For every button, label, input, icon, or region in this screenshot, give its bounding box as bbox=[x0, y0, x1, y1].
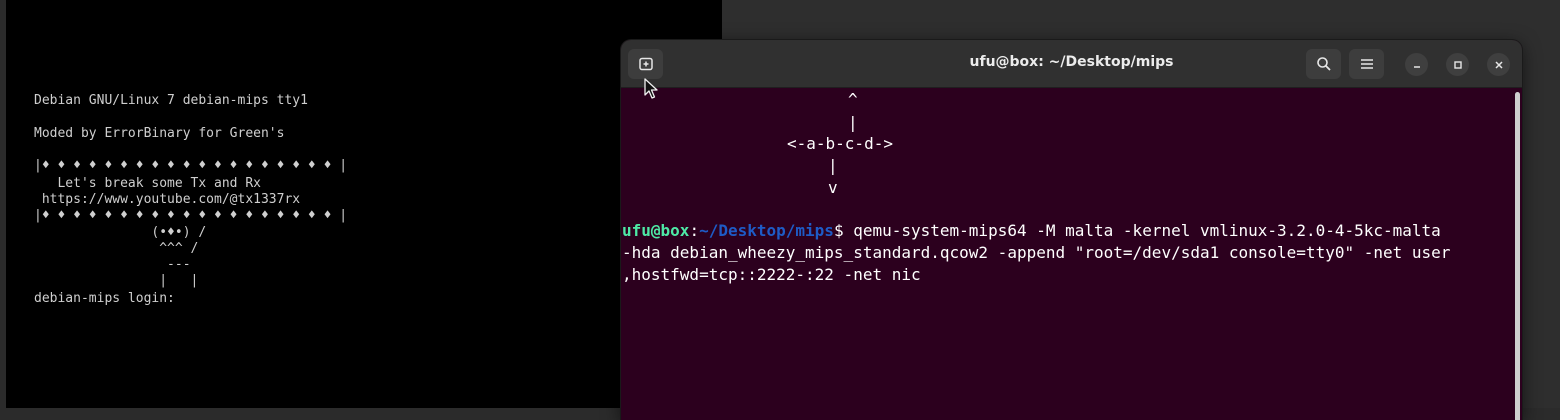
close-icon bbox=[1494, 60, 1503, 69]
login-prompt[interactable]: debian-mips login: bbox=[34, 291, 175, 306]
console-line: (•♦•) / bbox=[34, 225, 207, 240]
command-continuation: -hda debian_wheezy_mips_standard.qcow2 -… bbox=[622, 243, 1451, 262]
qemu-console-window[interactable]: Debian GNU/Linux 7 debian-mips tty1 Mode… bbox=[6, 0, 722, 408]
command-continuation: ,hostfwd=tcp::2222-:22 -net nic bbox=[622, 265, 921, 284]
console-line: Debian GNU/Linux 7 debian-mips tty1 bbox=[34, 93, 308, 108]
console-line: |♦ ♦ ♦ ♦ ♦ ♦ ♦ ♦ ♦ ♦ ♦ ♦ ♦ ♦ ♦ ♦ ♦ ♦ ♦ | bbox=[34, 208, 348, 223]
search-icon bbox=[1316, 57, 1331, 71]
menu-button[interactable] bbox=[1349, 49, 1384, 79]
console-line: | | bbox=[34, 273, 199, 288]
console-line: Moded by ErrorBinary for Green's bbox=[34, 126, 285, 141]
prompt-path: ~/Desktop/mips bbox=[699, 221, 834, 240]
terminal-titlebar[interactable]: ufu@box: ~/Desktop/mips bbox=[621, 40, 1522, 88]
window-title: ufu@box: ~/Desktop/mips bbox=[969, 54, 1174, 70]
search-button[interactable] bbox=[1306, 49, 1341, 79]
ascii-art-line: <-a-b-c-d-> bbox=[787, 134, 893, 153]
ascii-art-line: v bbox=[828, 178, 838, 197]
console-line: ^^^ / bbox=[34, 241, 199, 256]
ascii-art-line: | bbox=[848, 113, 858, 132]
console-line: https://www.youtube.com/@tx1337rx bbox=[34, 192, 301, 207]
mouse-pointer-icon bbox=[644, 78, 658, 99]
terminal-scrollbar[interactable] bbox=[1515, 92, 1520, 420]
terminal-output[interactable]: ^ | <-a-b-c-d-> | v ufu@box:~/Desktop/mi… bbox=[621, 88, 1514, 420]
console-line: |♦ ♦ ♦ ♦ ♦ ♦ ♦ ♦ ♦ ♦ ♦ ♦ ♦ ♦ ♦ ♦ ♦ ♦ ♦ | bbox=[34, 158, 348, 173]
prompt-separator: : bbox=[689, 221, 700, 240]
close-button[interactable] bbox=[1487, 53, 1510, 76]
command-prompt-line: ufu@box:~/Desktop/mips$ qemu-system-mips… bbox=[622, 220, 1441, 241]
hamburger-menu-icon bbox=[1360, 59, 1373, 69]
terminal-window[interactable]: ufu@box: ~/Desktop/mips ^ | <-a-b-c-d-> … bbox=[621, 40, 1522, 420]
command-text: qemu-system-mips64 -M malta -kernel vmli… bbox=[853, 221, 1441, 240]
ascii-art-line: ^ bbox=[848, 90, 858, 109]
ascii-art-line: | bbox=[828, 156, 838, 175]
maximize-icon bbox=[1453, 60, 1462, 69]
console-line: --- bbox=[34, 257, 191, 272]
console-line: Let's break some Tx and Rx bbox=[34, 176, 261, 191]
minimize-button[interactable] bbox=[1405, 53, 1428, 76]
prompt-symbol: $ bbox=[833, 221, 854, 240]
prompt-user: ufu@box bbox=[622, 221, 690, 240]
minimize-icon bbox=[1413, 65, 1420, 68]
maximize-button[interactable] bbox=[1446, 53, 1469, 76]
